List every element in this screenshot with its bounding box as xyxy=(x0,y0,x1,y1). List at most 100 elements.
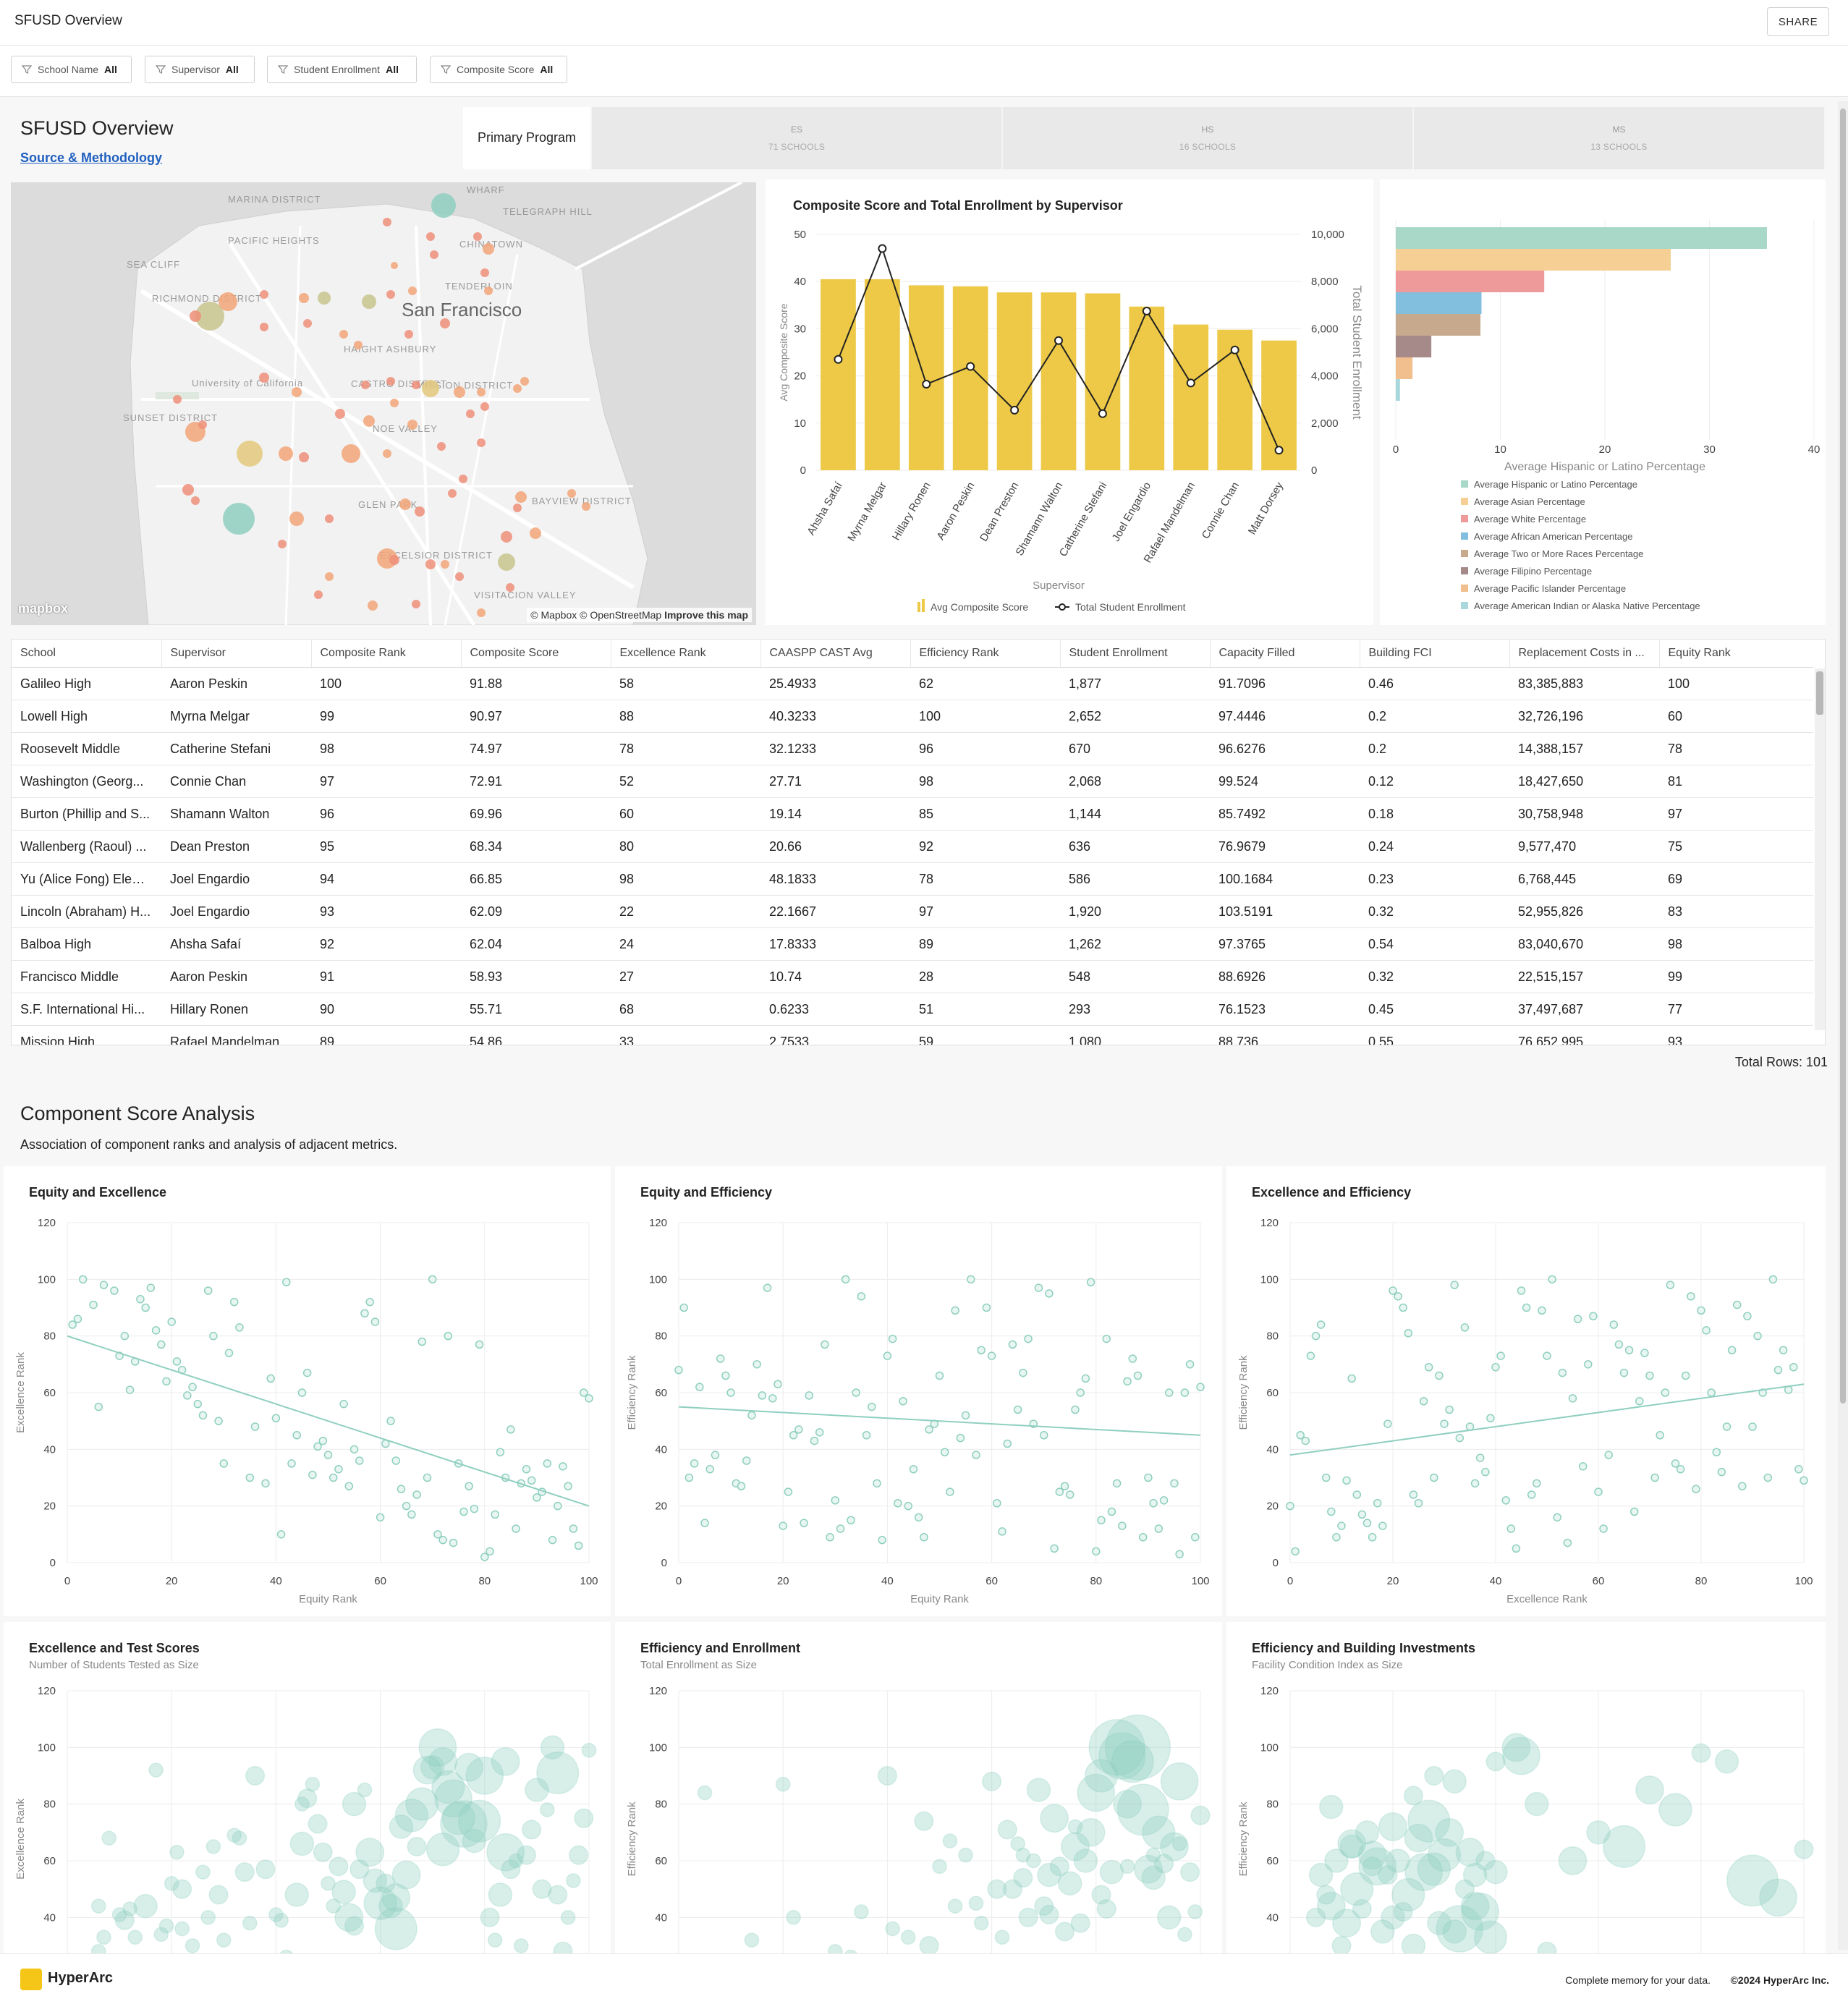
scatter-point[interactable] xyxy=(1589,1312,1598,1320)
scatter-point[interactable] xyxy=(742,1456,751,1465)
scatter-point[interactable] xyxy=(1196,1383,1205,1391)
scatter-point[interactable] xyxy=(1714,1749,1739,1774)
scatter-point[interactable] xyxy=(1558,1368,1567,1377)
scatter-point[interactable] xyxy=(407,1510,416,1519)
scatter-point[interactable] xyxy=(1073,1848,1098,1873)
source-methodology-link[interactable]: Source & Methodology xyxy=(20,150,162,166)
scatter-point[interactable] xyxy=(232,1830,247,1846)
scatter-point[interactable] xyxy=(1475,1453,1485,1462)
table-scrollbar[interactable] xyxy=(1815,668,1825,1030)
scatter-point[interactable] xyxy=(1635,1775,1664,1805)
scatter-point[interactable] xyxy=(1091,1885,1111,1905)
scatter-point[interactable] xyxy=(255,1859,276,1880)
scatter-point[interactable] xyxy=(1512,1544,1521,1553)
scatter-point[interactable] xyxy=(1149,1499,1158,1508)
scatter-point[interactable] xyxy=(513,1938,529,1953)
demographic-bar[interactable] xyxy=(1396,336,1432,357)
scatter-point[interactable] xyxy=(1707,1388,1716,1397)
scatter-point[interactable] xyxy=(1401,1933,1426,1954)
map-school-marker[interactable] xyxy=(480,402,489,411)
scatter-point[interactable] xyxy=(899,1397,907,1406)
enrollment-point[interactable] xyxy=(1098,409,1107,418)
map-school-marker[interactable] xyxy=(399,498,411,510)
filter-supervisor[interactable]: Supervisor All xyxy=(145,56,255,83)
scatter-point[interactable] xyxy=(444,1331,453,1341)
scatter-point[interactable] xyxy=(854,1904,869,1919)
scatter-point[interactable] xyxy=(209,1331,218,1341)
scatter-point[interactable] xyxy=(1409,1490,1418,1499)
scatter-point[interactable] xyxy=(1383,1419,1392,1428)
map-school-marker[interactable] xyxy=(391,262,398,269)
map-school-marker[interactable] xyxy=(477,388,486,396)
scatter-point[interactable] xyxy=(274,1912,289,1928)
scatter-point[interactable] xyxy=(560,1909,576,1925)
scatter-point[interactable] xyxy=(1640,1349,1649,1357)
scatter-point[interactable] xyxy=(961,1411,970,1420)
scatter-point[interactable] xyxy=(794,1425,803,1434)
scatter-point[interactable] xyxy=(697,1785,713,1801)
scatter-point[interactable] xyxy=(470,1504,479,1513)
map-school-marker[interactable] xyxy=(582,502,590,511)
scatter-point[interactable] xyxy=(1578,1462,1588,1471)
map-school-marker[interactable] xyxy=(498,553,515,571)
page-scrollbar[interactable] xyxy=(1838,101,1848,1950)
improve-map-link[interactable]: Improve this map xyxy=(664,609,748,621)
composite-score-bar[interactable] xyxy=(908,285,944,470)
column-header[interactable]: Equity Rank xyxy=(1659,640,1813,668)
scatter-point[interactable] xyxy=(784,1487,793,1496)
tab-hs[interactable]: HS 16 SCHOOLS xyxy=(1003,107,1414,169)
scatter-point[interactable] xyxy=(1442,1919,1467,1944)
scatter-point[interactable] xyxy=(711,1451,720,1459)
map-school-marker[interactable] xyxy=(318,292,331,305)
map-school-marker[interactable] xyxy=(415,506,425,517)
scatter-point[interactable] xyxy=(276,1530,286,1539)
column-header[interactable]: Composite Score xyxy=(461,640,611,668)
scatter-point[interactable] xyxy=(967,1275,975,1284)
scatter-point[interactable] xyxy=(480,1907,500,1927)
scatter-point[interactable] xyxy=(1645,1371,1654,1380)
scatter-point[interactable] xyxy=(308,1814,328,1834)
map-school-marker[interactable] xyxy=(354,341,363,349)
scatter-point[interactable] xyxy=(581,1742,597,1758)
composite-score-bar[interactable] xyxy=(821,279,856,470)
scatter-point[interactable] xyxy=(569,1524,578,1533)
scatter-point[interactable] xyxy=(344,1482,354,1490)
scatter-point[interactable] xyxy=(744,1932,760,1948)
scatter-point[interactable] xyxy=(1145,1847,1161,1863)
scatter-point[interactable] xyxy=(1071,1405,1080,1414)
scatter-point[interactable] xyxy=(1306,1351,1315,1360)
scatter-point[interactable] xyxy=(1460,1891,1490,1921)
scatter-point[interactable] xyxy=(1460,1323,1470,1332)
scatter-point[interactable] xyxy=(193,1399,202,1409)
scatter-point[interactable] xyxy=(1445,1405,1454,1414)
scatter-point[interactable] xyxy=(564,1482,572,1490)
scatter-point[interactable] xyxy=(245,1473,255,1482)
scatter-point[interactable] xyxy=(763,1283,772,1292)
scatter-point[interactable] xyxy=(942,1833,958,1848)
map-school-marker[interactable] xyxy=(437,442,446,451)
scatter-point[interactable] xyxy=(826,1533,834,1542)
scatter-point[interactable] xyxy=(947,1898,963,1914)
enrollment-point[interactable] xyxy=(1274,446,1284,455)
scatter-point[interactable] xyxy=(1123,1377,1132,1386)
scatter-point[interactable] xyxy=(1481,1467,1490,1477)
scatter-point[interactable] xyxy=(1291,1547,1300,1556)
scatter-point[interactable] xyxy=(1362,1519,1372,1527)
scatter-point[interactable] xyxy=(1789,1363,1798,1372)
scatter-point[interactable] xyxy=(266,1374,275,1383)
table-scrollbar-thumb[interactable] xyxy=(1816,671,1823,715)
scatter-point[interactable] xyxy=(1378,1812,1407,1841)
demographic-bar[interactable] xyxy=(1396,292,1482,314)
map-school-marker[interactable] xyxy=(506,583,514,592)
scatter-point[interactable] xyxy=(737,1482,746,1490)
map-school-marker[interactable] xyxy=(383,218,391,226)
scatter-point[interactable] xyxy=(125,1385,135,1394)
demographic-bar[interactable] xyxy=(1396,249,1671,271)
scatter-point[interactable] xyxy=(282,1278,291,1286)
scatter-point[interactable] xyxy=(183,1391,192,1400)
scatter-point[interactable] xyxy=(496,1448,505,1456)
scatter-point[interactable] xyxy=(958,1847,973,1863)
table-row[interactable]: Lincoln (Abraham) H... Joel Engardio 93 62.… xyxy=(12,895,1813,928)
scatter-point[interactable] xyxy=(998,1527,1006,1536)
scatter-point[interactable] xyxy=(1763,1473,1773,1482)
